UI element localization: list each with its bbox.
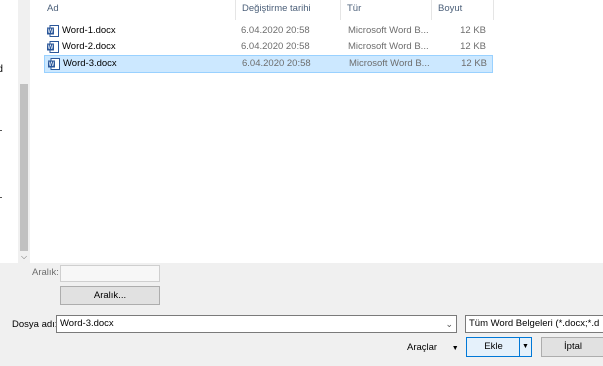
column-header-type[interactable]: Tür	[341, 0, 432, 20]
svg-text:W: W	[48, 44, 54, 51]
column-header-name[interactable]: Ad	[41, 0, 236, 20]
file-name: Word-1.docx	[62, 25, 116, 36]
word-document-icon: W	[47, 25, 59, 37]
file-list[interactable]: Ad Değiştirme tarihi Tür Boyut W Word-1.…	[30, 0, 603, 263]
file-type: Microsoft Word B...	[348, 25, 429, 36]
scrollbar-thumb[interactable]	[20, 84, 28, 251]
column-header-date[interactable]: Değiştirme tarihi	[236, 0, 341, 20]
range-label: Aralık:	[32, 267, 59, 278]
range-button[interactable]: Aralık...	[60, 286, 160, 305]
word-document-icon: W	[48, 58, 60, 70]
filename-combobox[interactable]: Word-3.docx ⌄	[56, 315, 457, 333]
file-row[interactable]: W Word-1.docx 6.04.2020 20:58 Microsoft …	[44, 23, 491, 39]
file-size: 12 KB	[460, 41, 486, 52]
filename-input[interactable]: Word-3.docx	[60, 318, 114, 329]
file-date: 6.04.2020 20:58	[241, 41, 310, 52]
nav-tick	[0, 130, 2, 131]
file-date: 6.04.2020 20:58	[242, 58, 311, 69]
tools-label: Araçlar	[407, 342, 438, 353]
filter-value: Tüm Word Belgeleri (*.docx;*.d	[469, 318, 600, 329]
nav-tick	[0, 197, 2, 198]
nav-item-fragment[interactable]: rd	[0, 64, 3, 75]
range-input[interactable]	[60, 265, 160, 282]
column-header-size[interactable]: Boyut	[432, 0, 494, 20]
svg-text:W: W	[49, 61, 55, 68]
file-type-filter[interactable]: Tüm Word Belgeleri (*.docx;*.d	[465, 315, 603, 333]
insert-options-icon[interactable]: ▼	[519, 338, 531, 356]
file-name: Word-2.docx	[62, 41, 116, 52]
file-date: 6.04.2020 20:58	[241, 25, 310, 36]
file-type: Microsoft Word B...	[349, 58, 430, 69]
file-size: 12 KB	[460, 25, 486, 36]
navigation-pane[interactable]: rd	[0, 0, 18, 263]
chevron-down-icon[interactable]: ⌄	[445, 316, 453, 332]
file-row-selected[interactable]: W Word-3.docx 6.04.2020 20:58 Microsoft …	[44, 55, 493, 73]
svg-text:W: W	[48, 28, 54, 35]
filename-label: Dosya adı:	[12, 319, 58, 330]
tools-menu[interactable]: Araçlar ▼	[407, 342, 459, 353]
insert-split-button[interactable]: Ekle ▼	[466, 337, 532, 357]
caret-down-icon: ▼	[451, 345, 459, 352]
file-row[interactable]: W Word-2.docx 6.04.2020 20:58 Microsoft …	[44, 39, 491, 55]
file-size: 12 KB	[461, 58, 487, 69]
scroll-down-icon[interactable]: ⌵	[19, 251, 29, 263]
insert-button[interactable]: Ekle	[467, 338, 520, 356]
file-type: Microsoft Word B...	[348, 41, 429, 52]
word-document-icon: W	[47, 41, 59, 53]
cancel-button[interactable]: İptal	[541, 337, 603, 357]
nav-scrollbar[interactable]: ⌵	[18, 0, 30, 263]
file-name: Word-3.docx	[63, 58, 117, 69]
